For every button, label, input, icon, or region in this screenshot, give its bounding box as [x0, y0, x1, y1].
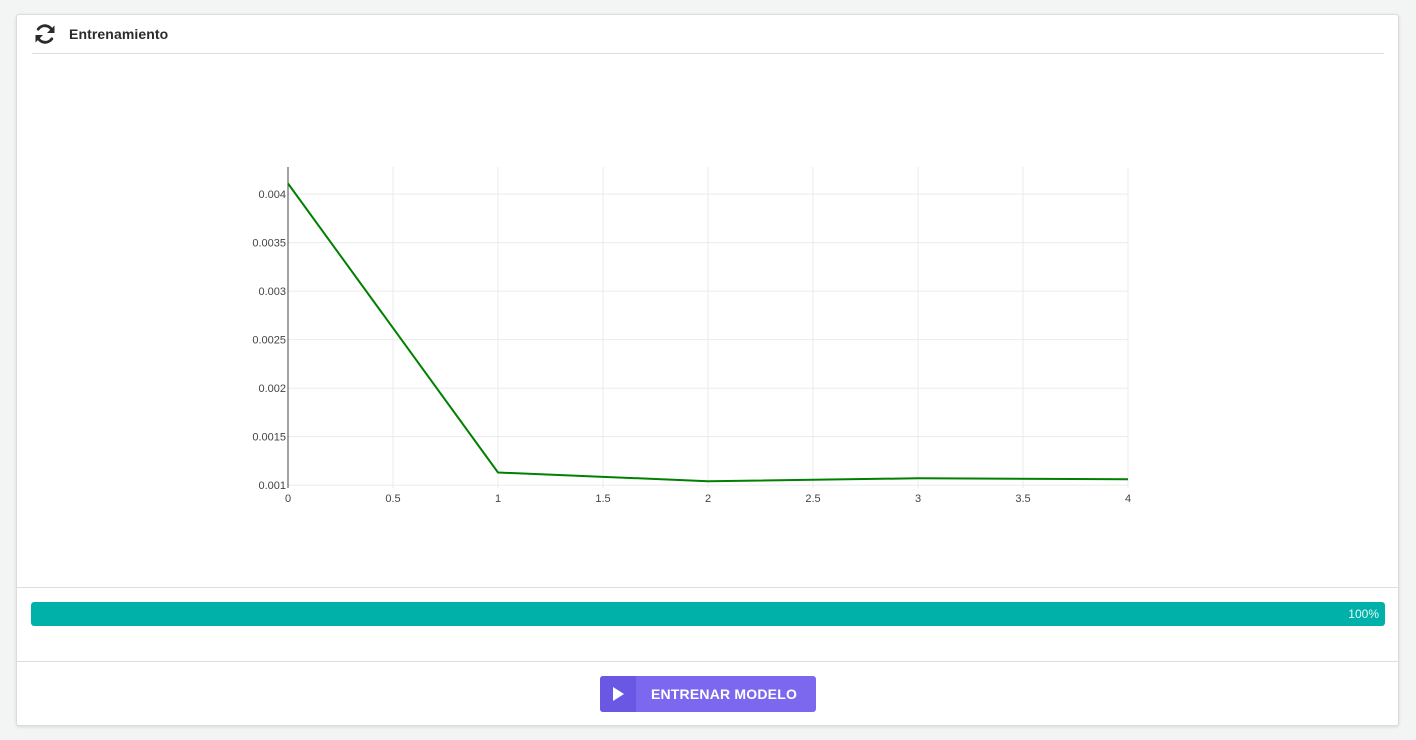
progress-bar: 100% — [31, 602, 1385, 626]
play-icon — [600, 676, 636, 712]
x-tick-label: 1.5 — [595, 493, 610, 505]
x-tick-label: 0 — [285, 493, 291, 505]
x-tick-label: 3.5 — [1015, 493, 1030, 505]
x-tick-label: 2.5 — [805, 493, 820, 505]
card-header: Entrenamiento — [32, 15, 1384, 54]
x-tick-label: 4 — [1125, 493, 1131, 505]
y-tick-label: 0.001 — [258, 480, 286, 492]
footer-divider — [17, 661, 1398, 662]
refresh-icon — [33, 22, 57, 46]
x-tick-label: 2 — [705, 493, 711, 505]
y-tick-label: 0.0015 — [252, 432, 286, 444]
train-model-button-label: ENTRENAR MODELO — [650, 686, 798, 702]
y-tick-label: 0.0035 — [252, 238, 286, 250]
card-title: Entrenamiento — [69, 26, 169, 42]
progress-label: 100% — [1348, 607, 1379, 621]
x-tick-label: 1 — [495, 493, 501, 505]
y-tick-label: 0.0025 — [252, 335, 286, 347]
y-tick-label: 0.002 — [258, 383, 286, 395]
progress-fill — [31, 602, 1385, 626]
chart-divider — [17, 587, 1398, 588]
loss-chart: 0 0.5 1 1.5 2 2.5 3 3.5 4 0.001 0.0015 0.002 0.0025 0… — [17, 54, 1398, 587]
y-tick-label: 0.003 — [258, 286, 286, 298]
y-tick-label: 0.004 — [258, 189, 286, 201]
x-tick-label: 0.5 — [385, 493, 400, 505]
training-card: Entrenamiento 0 0.5 1 1.5 2 2.5 3 3.5 4 0.001 0.00… — [16, 14, 1399, 726]
loss-chart-svg: 0 0.5 1 1.5 2 2.5 3 3.5 4 0.001 0.0015 0.002 0.0025 0… — [252, 167, 1131, 505]
x-tick-label: 3 — [915, 493, 921, 505]
train-model-button[interactable]: ENTRENAR MODELO — [600, 676, 816, 712]
